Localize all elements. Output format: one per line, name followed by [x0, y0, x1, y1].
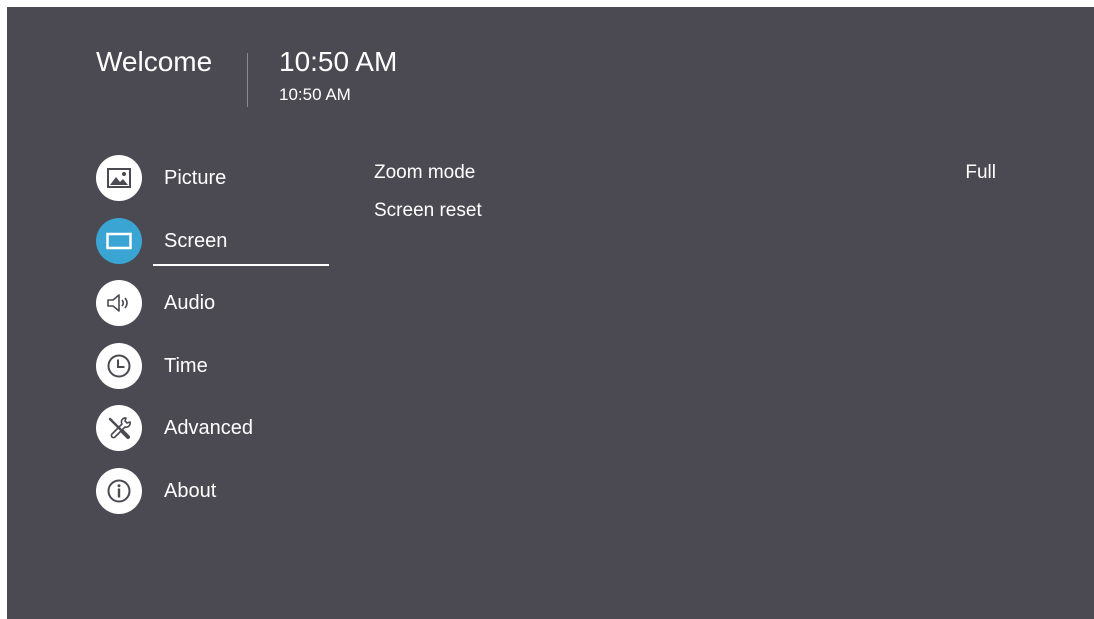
- clock-large: 10:50 AM: [279, 46, 398, 77]
- menu-item-time[interactable]: Time: [96, 343, 336, 389]
- menu-label-advanced: Advanced: [164, 416, 253, 439]
- audio-icon: [96, 280, 142, 326]
- menu-item-screen[interactable]: Screen: [96, 218, 336, 264]
- menu-label-audio: Audio: [164, 291, 216, 314]
- welcome-title: Welcome: [96, 46, 213, 77]
- screen-icon: [96, 218, 142, 264]
- active-underline: [153, 264, 329, 266]
- option-zoom-mode[interactable]: Zoom mode: [374, 162, 475, 184]
- menu-label-time: Time: [164, 354, 208, 377]
- menu-label-picture: Picture: [164, 166, 227, 189]
- info-icon: [96, 468, 142, 514]
- menu-item-about[interactable]: About: [96, 468, 336, 514]
- menu-item-picture[interactable]: Picture: [96, 155, 336, 201]
- settings-panel: Welcome 10:50 AM 10:50 AM Picture Screen: [7, 7, 1094, 619]
- tools-icon: [96, 405, 142, 451]
- header-divider: [247, 53, 248, 107]
- menu-label-screen: Screen: [164, 229, 228, 252]
- picture-icon: [96, 155, 142, 201]
- menu-item-advanced[interactable]: Advanced: [96, 405, 336, 451]
- option-zoom-mode-value: Full: [965, 162, 996, 183]
- menu-item-audio[interactable]: Audio: [96, 280, 336, 326]
- menu-label-about: About: [164, 479, 217, 502]
- option-screen-reset[interactable]: Screen reset: [374, 200, 482, 222]
- clock-icon: [96, 343, 142, 389]
- clock-small: 10:50 AM: [279, 85, 351, 104]
